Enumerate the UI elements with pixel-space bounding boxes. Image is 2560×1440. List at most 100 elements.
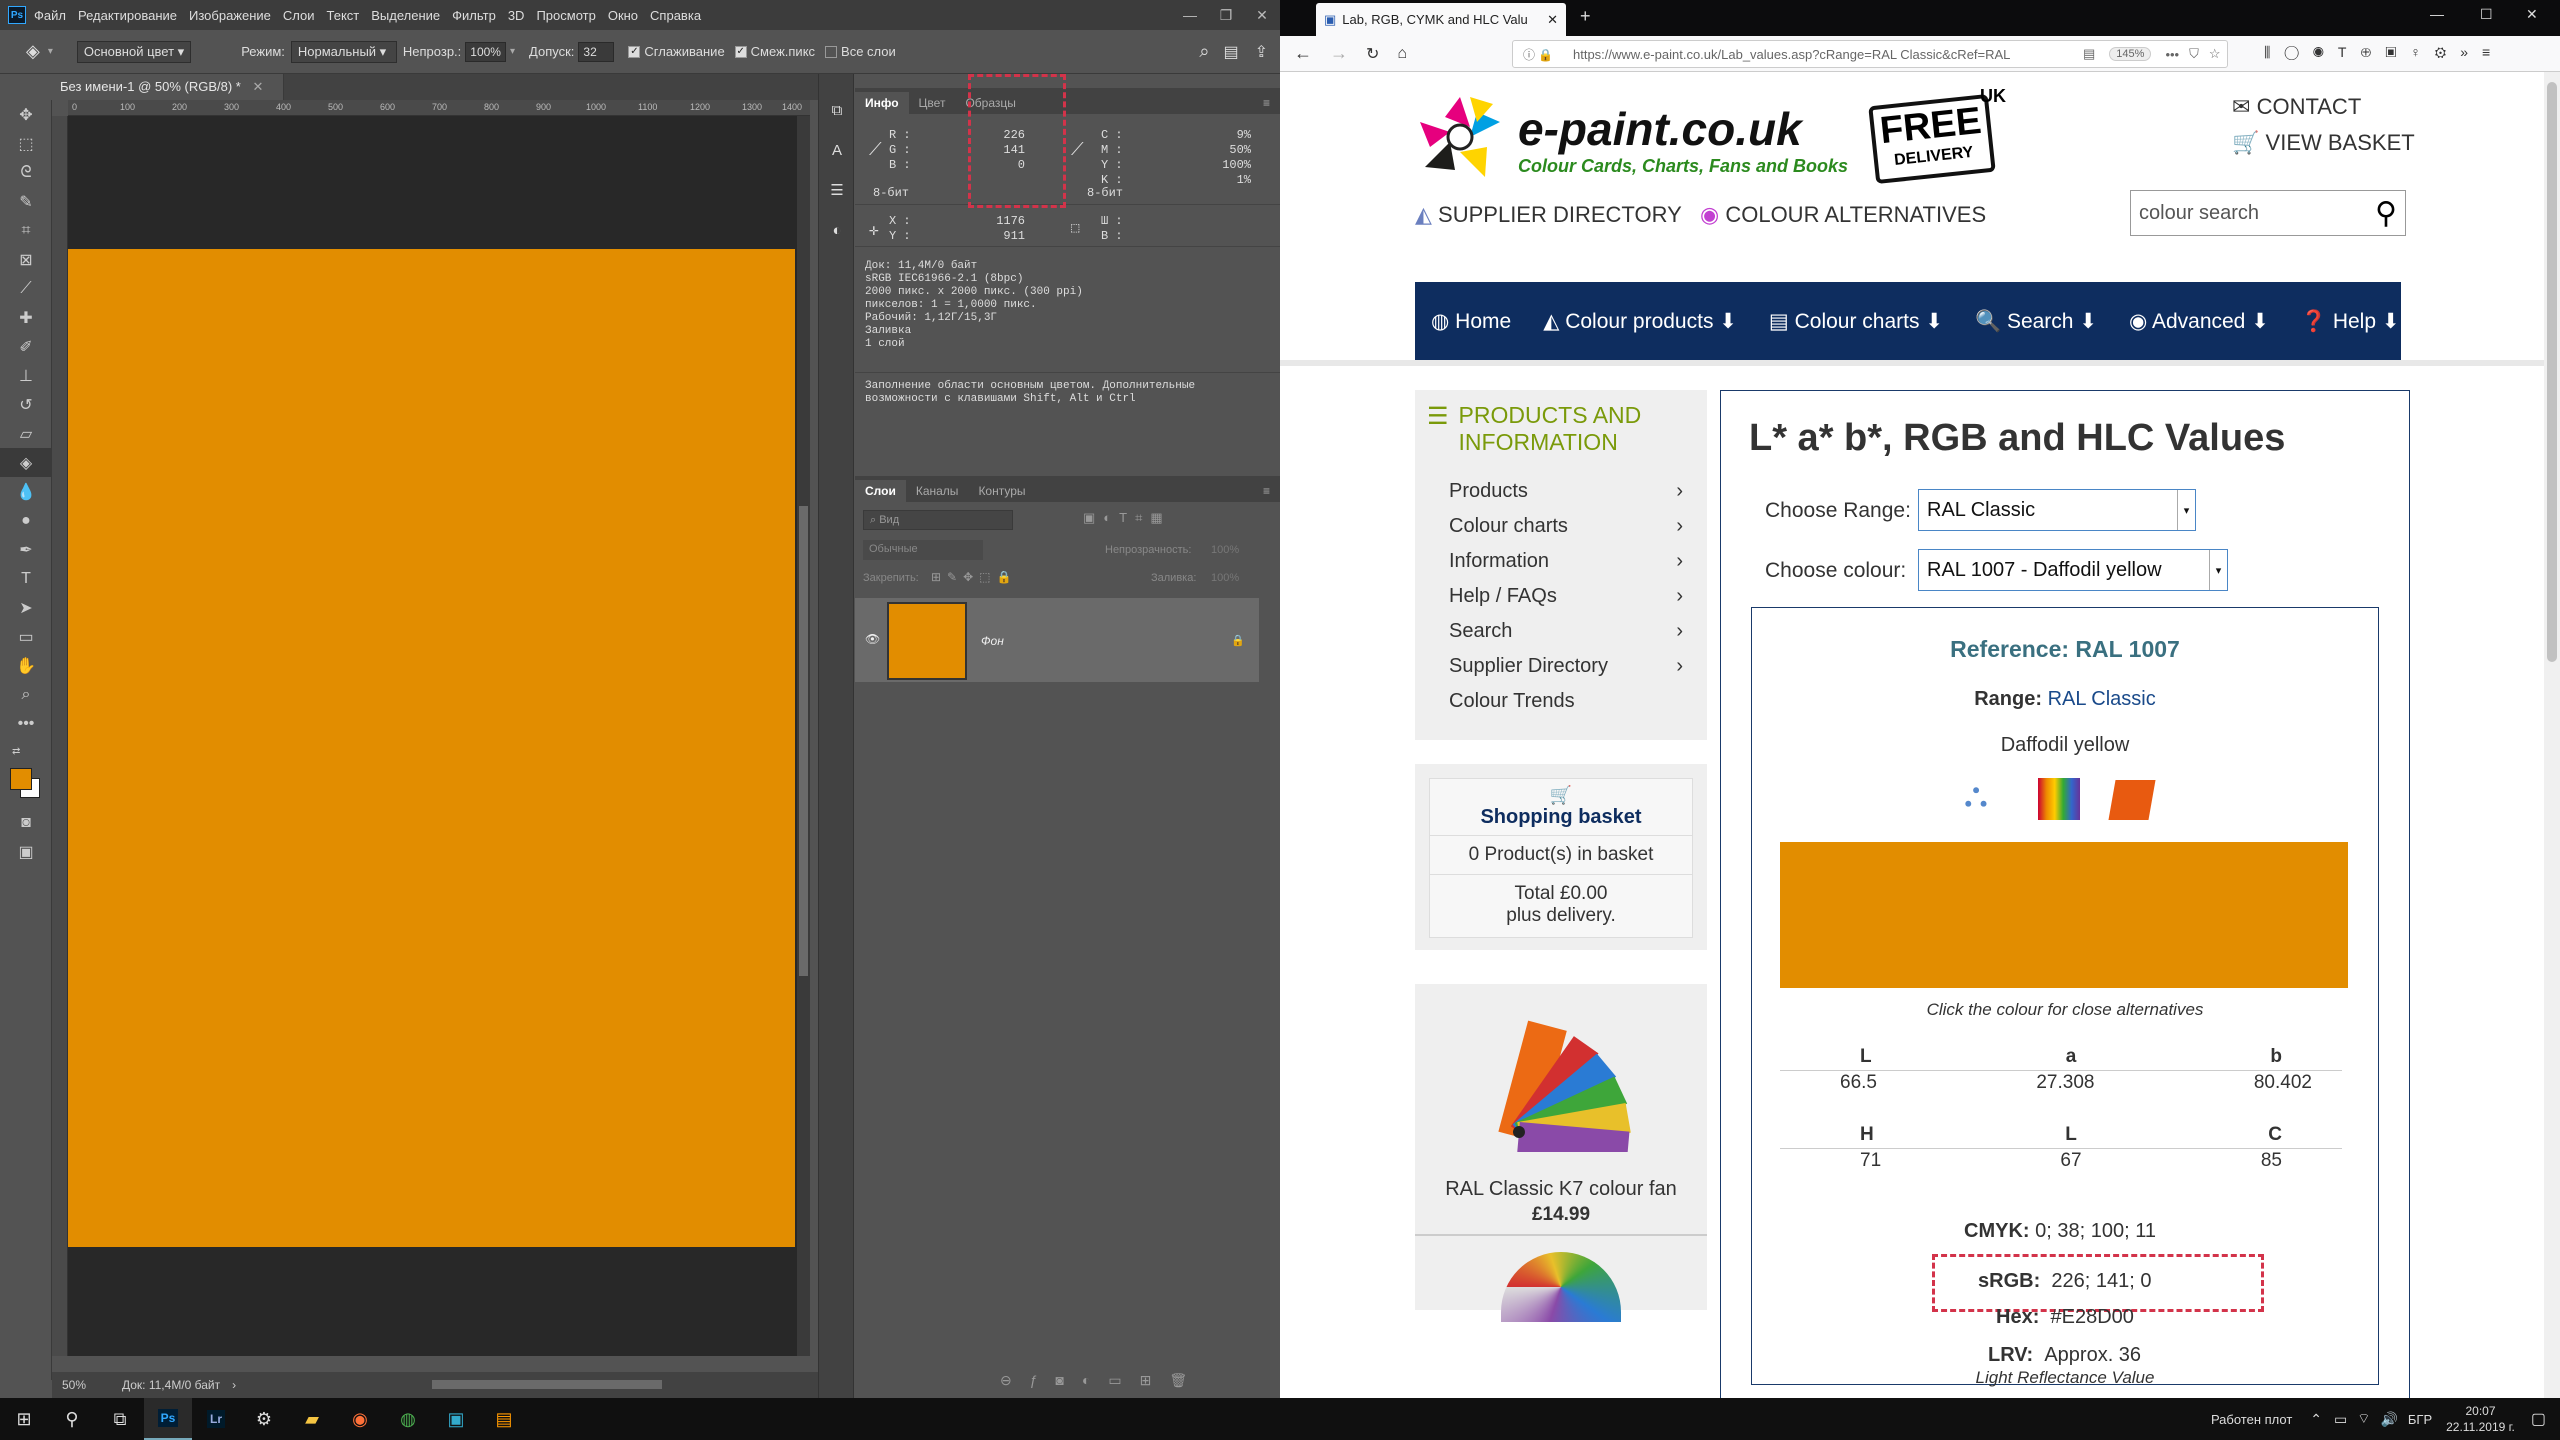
properties-panel-icon[interactable]: ☰ xyxy=(819,170,855,210)
maximize-icon[interactable]: ☐ xyxy=(2480,6,2493,23)
menu-view[interactable]: Просмотр xyxy=(536,8,595,23)
wifi-icon[interactable]: ⌔ xyxy=(2357,1410,2370,1428)
product-card[interactable]: RAL Classic K7 colour fan £14.99 xyxy=(1415,984,1707,1322)
panel-menu-icon[interactable]: ≡ xyxy=(1253,92,1280,114)
share-icon[interactable]: ⇪ xyxy=(1255,42,1268,62)
search-icon[interactable]: ⚲ xyxy=(48,1398,96,1440)
lock-icon[interactable]: ⓘ 🔒 xyxy=(1523,46,1553,63)
layer-row-background[interactable]: 👁 Фон 🔒 xyxy=(855,598,1259,682)
paint-bucket-tool-icon[interactable]: ◈ xyxy=(0,448,52,477)
basket-title[interactable]: Shopping basket xyxy=(1430,806,1692,836)
tolerance-input[interactable]: 32 xyxy=(578,41,615,62)
lightroom-taskbar-icon[interactable]: Lr xyxy=(192,1398,240,1440)
app2-taskbar-icon[interactable]: ▣ xyxy=(432,1398,480,1440)
close-icon[interactable]: ✕ xyxy=(2526,6,2538,23)
chevron-down-icon[interactable]: ▾ xyxy=(2209,550,2227,590)
sidebar-item-colour-trends[interactable]: Colour Trends xyxy=(1449,684,1707,719)
desktop-label[interactable]: Работен плот xyxy=(2211,1412,2292,1427)
type-tool-icon[interactable]: T xyxy=(0,564,52,593)
menu-window[interactable]: Окно xyxy=(608,8,638,23)
marquee-tool-icon[interactable]: ⬚ xyxy=(0,129,52,158)
supplier-directory-link[interactable]: ◭ SUPPLIER DIRECTORY xyxy=(1415,202,1682,228)
app3-taskbar-icon[interactable]: ▤ xyxy=(480,1398,528,1440)
blur-tool-icon[interactable]: 💧 xyxy=(0,477,52,506)
menu-file[interactable]: Файл xyxy=(34,8,66,23)
nav-advanced[interactable]: ◉ Advanced ⬇ xyxy=(2113,309,2285,334)
workspace-icon[interactable]: ▤ xyxy=(1223,42,1238,62)
start-icon[interactable]: ⊞ xyxy=(0,1398,48,1440)
rectangle-tool-icon[interactable]: ▭ xyxy=(0,622,52,651)
zoom-badge[interactable]: 145% xyxy=(2109,47,2152,61)
screen-mode-icon[interactable]: ▣ xyxy=(0,837,52,866)
photoshop-taskbar-icon[interactable]: Ps xyxy=(144,1398,192,1440)
forward-icon[interactable]: → xyxy=(1330,43,1348,64)
bookmark-star-icon[interactable]: ☆ xyxy=(2209,46,2221,62)
zoom-level[interactable]: 50% xyxy=(62,1378,122,1392)
swap-colors-icon[interactable]: ⇄ xyxy=(12,746,20,757)
explorer-taskbar-icon[interactable]: ▰ xyxy=(288,1398,336,1440)
tab-channels[interactable]: Каналы xyxy=(906,480,969,502)
tab-layers[interactable]: Слои xyxy=(855,480,906,502)
range-select[interactable]: RAL Classic ▾ xyxy=(1918,489,2196,531)
menu-filter[interactable]: Фильтр xyxy=(452,8,496,23)
close-icon[interactable]: ✕ xyxy=(1244,7,1280,24)
chevron-down-icon[interactable]: ▾ xyxy=(48,46,53,57)
menu-layers[interactable]: Слои xyxy=(283,8,315,23)
menu-image[interactable]: Изображение xyxy=(189,8,271,23)
pocket-icon[interactable]: ⛉ xyxy=(2189,46,2199,62)
chevron-down-icon[interactable]: ▾ xyxy=(2177,490,2195,530)
site-logo-icon[interactable] xyxy=(1415,92,1505,182)
reader-view-icon[interactable]: ▤ xyxy=(2083,46,2095,62)
maximize-icon[interactable]: ❐ xyxy=(1208,7,1244,24)
contiguous-checkbox[interactable]: ✓ xyxy=(734,45,747,58)
adjustments-panel-icon[interactable]: ◐ xyxy=(819,210,855,250)
sidebar-item-search[interactable]: Search › xyxy=(1449,614,1707,649)
close-tab-icon[interactable]: ✕ xyxy=(1547,12,1558,28)
quick-mask-icon[interactable]: ◙ xyxy=(0,808,52,837)
site-logo-text[interactable]: e-paint.co.uk xyxy=(1518,102,1802,156)
panel-menu-icon[interactable]: ≡ xyxy=(1253,480,1280,502)
lasso-tool-icon[interactable]: ᘓ xyxy=(0,158,52,187)
foreground-color[interactable] xyxy=(10,768,32,790)
layer-filter-icons[interactable]: ▣◐T⌗▦ xyxy=(1083,510,1171,526)
canvas-area[interactable] xyxy=(68,116,810,1356)
fill-value[interactable]: 100% xyxy=(1211,572,1239,584)
colour-alternatives-link[interactable]: ◉ COLOUR ALTERNATIVES xyxy=(1700,202,1986,228)
page-actions-icon[interactable]: ••• xyxy=(2165,47,2179,62)
tab-info[interactable]: Инфо xyxy=(855,92,909,114)
colour-search-input[interactable]: colour search ⚲ xyxy=(2130,190,2406,236)
more-tools-icon[interactable]: ••• xyxy=(0,709,52,738)
history-brush-tool-icon[interactable]: ↺ xyxy=(0,390,52,419)
search-icon[interactable]: ⚲ xyxy=(2375,196,2397,231)
search-icon[interactable]: ⌕ xyxy=(1199,41,1209,62)
horizontal-scrollbar-thumb[interactable] xyxy=(432,1380,662,1389)
clock[interactable]: 20:07 22.11.2019 г. xyxy=(2446,1403,2515,1435)
colour-fan-image[interactable] xyxy=(1479,1002,1659,1162)
menu-text[interactable]: Текст xyxy=(327,8,360,23)
layer-opacity-value[interactable]: 100% xyxy=(1211,544,1239,556)
antialias-checkbox[interactable]: ✓ xyxy=(628,45,641,58)
menu-icon[interactable]: ☰ xyxy=(1427,402,1449,456)
firefox-taskbar-icon[interactable]: ◉ xyxy=(336,1398,384,1440)
minimize-icon[interactable]: — xyxy=(2430,6,2444,22)
colour-chart-icon[interactable]: ⛬ xyxy=(1964,776,1988,815)
layer-filter-input[interactable]: ⌕ Вид xyxy=(863,510,1013,530)
nav-help[interactable]: ❓ Help ⬇ xyxy=(2285,309,2416,334)
url-bar[interactable]: ⓘ 🔒 https://www.e-paint.co.uk/Lab_values… xyxy=(1512,40,2228,68)
nav-colour-charts[interactable]: ▤ Colour charts ⬇ xyxy=(1753,309,1959,334)
colour-card-icon[interactable] xyxy=(2038,778,2080,820)
pen-tool-icon[interactable]: ✒ xyxy=(0,535,52,564)
history-panel-icon[interactable]: ⧉ xyxy=(819,90,855,130)
chevron-down-icon[interactable]: ▾ xyxy=(510,46,515,57)
document-canvas[interactable] xyxy=(68,249,795,1247)
move-tool-icon[interactable]: ✥ xyxy=(0,100,52,129)
tab-swatches[interactable]: Образцы xyxy=(955,92,1025,114)
reload-icon[interactable]: ↻ xyxy=(1366,44,1379,64)
chevron-right-icon[interactable]: › xyxy=(232,1378,236,1392)
home-icon[interactable]: ⌂ xyxy=(1397,45,1407,63)
nav-home[interactable]: ◍ Home xyxy=(1415,309,1527,334)
lock-icons[interactable]: ⊞✎✥⬚🔒 xyxy=(931,570,1017,584)
document-tab[interactable]: Без имени-1 @ 50% (RGB/8) * ✕ xyxy=(52,74,284,100)
app-taskbar-icon[interactable]: ⚙ xyxy=(240,1398,288,1440)
eyedropper-tool-icon[interactable]: ⟋ xyxy=(0,274,52,303)
